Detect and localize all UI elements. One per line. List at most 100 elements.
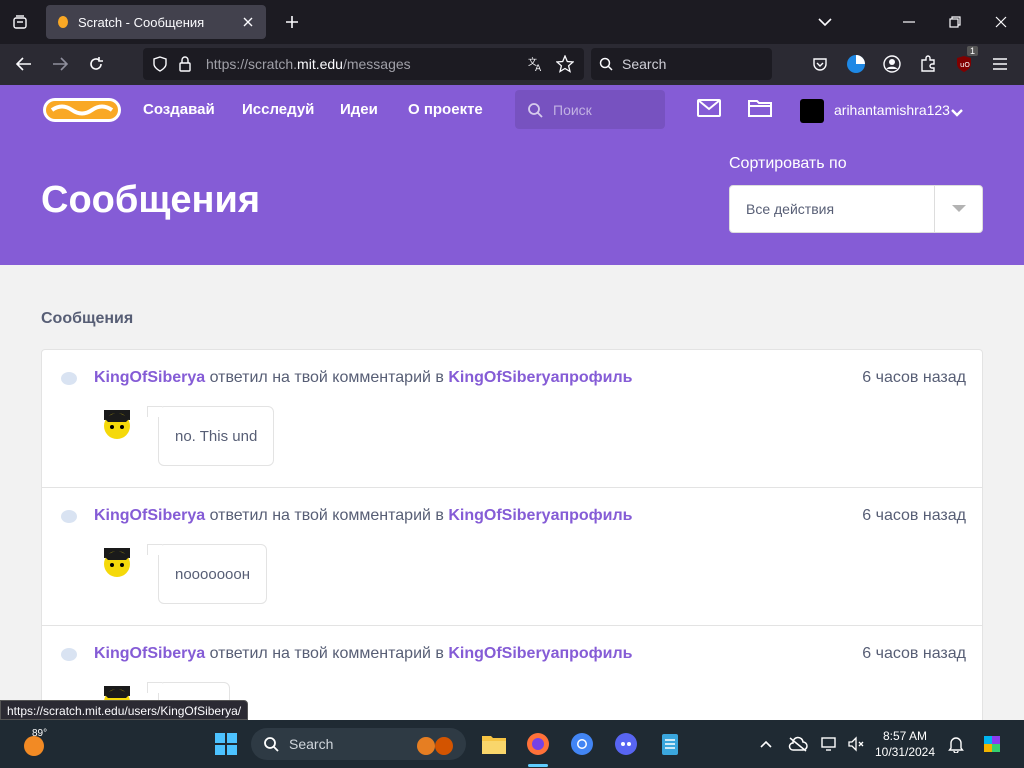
chrome-icon[interactable]	[566, 728, 598, 760]
search-icon	[528, 102, 543, 118]
clock-time: 8:57 AM	[882, 729, 928, 743]
shield-icon[interactable]	[152, 56, 168, 72]
username[interactable]: arihantamishra123	[834, 85, 950, 135]
sort-label: Сортировать по	[729, 155, 847, 172]
svg-text:A: A	[535, 64, 542, 73]
nav-about[interactable]: О проекте	[408, 85, 483, 135]
comment-text: noooooooн	[175, 565, 251, 583]
message-target-link[interactable]: KingOfSiberyaпрофиль	[448, 645, 632, 662]
taskbar-clock[interactable]: 8:57 AM 10/31/2024	[870, 728, 940, 760]
account-icon[interactable]	[876, 48, 908, 80]
forward-icon[interactable]	[42, 48, 78, 80]
url-text: https://scratch.mit.edu/messages	[206, 56, 411, 72]
message-item: KingOfSiberya ответил на твой комментари…	[42, 488, 982, 626]
message-action: ответил на твой комментарий в	[205, 507, 449, 524]
message-target-link[interactable]: KingOfSiberyaпрофиль	[448, 507, 632, 524]
user-avatar[interactable]	[800, 99, 824, 123]
sort-select[interactable]: Все действия	[729, 185, 983, 233]
comment-preview[interactable]: noooooooн	[146, 544, 268, 604]
scratch-search-input[interactable]: Поиск	[515, 90, 665, 129]
tab-list-icon[interactable]	[0, 0, 40, 44]
extension-circle-icon[interactable]	[840, 48, 872, 80]
firefox-icon[interactable]	[522, 728, 554, 760]
message-text: KingOfSiberya ответил на твой комментари…	[94, 369, 633, 387]
scratch-logo[interactable]	[42, 95, 122, 125]
nav-ideas[interactable]: Идеи	[340, 85, 378, 135]
search-icon	[264, 737, 279, 752]
copilot-icon[interactable]	[976, 728, 1008, 760]
messages-hero: Сообщения Сортировать по Все действия	[0, 135, 1024, 265]
url-prefix: https://scratch.	[206, 56, 298, 72]
start-windows-icon[interactable]	[210, 728, 242, 760]
taskbar-search-placeholder: Search	[289, 736, 334, 752]
my-stuff-folder-icon[interactable]	[748, 98, 774, 122]
clock-date: 10/31/2024	[874, 745, 936, 759]
weather-widget[interactable]: 89°	[22, 728, 62, 760]
notepad-icon[interactable]	[654, 728, 686, 760]
bookmark-star-icon[interactable]	[556, 55, 574, 73]
nav-explore[interactable]: Исследуй	[242, 85, 314, 135]
message-target-link[interactable]: KingOfSiberyaпрофиль	[448, 369, 632, 386]
active-app-indicator	[528, 764, 548, 767]
browser-nav-bar: https://scratch.mit.edu/messages 文A Sear…	[0, 44, 1024, 85]
discord-icon[interactable]	[610, 728, 642, 760]
dropdown-arrow-icon[interactable]	[934, 186, 982, 232]
message-user-link[interactable]: KingOfSiberya	[94, 369, 205, 386]
comment-text: no. This und	[175, 427, 258, 445]
file-explorer-icon[interactable]	[478, 728, 510, 760]
tab-title: Scratch - Сообщения	[78, 14, 205, 30]
section-title: Сообщения	[41, 310, 134, 327]
extensions-puzzle-icon[interactable]	[912, 48, 944, 80]
scratch-favicon-icon	[58, 16, 68, 28]
browser-tab-active[interactable]: Scratch - Сообщения	[46, 5, 266, 39]
search-icon	[599, 57, 613, 71]
message-list: KingOfSiberya ответил на твой комментари…	[41, 349, 983, 729]
menu-icon[interactable]	[984, 48, 1016, 80]
cloud-offline-icon[interactable]	[782, 728, 814, 760]
restore-icon[interactable]	[932, 0, 978, 44]
address-bar[interactable]: https://scratch.mit.edu/messages 文A	[143, 48, 584, 80]
svg-text:uO: uO	[960, 61, 970, 69]
new-tab-icon[interactable]	[274, 5, 310, 39]
chevron-up-icon[interactable]	[750, 728, 782, 760]
user-avatar-icon[interactable]	[100, 408, 134, 442]
message-time: 6 часов назад	[862, 369, 966, 386]
translate-icon[interactable]: 文A	[527, 55, 545, 73]
pocket-icon[interactable]	[804, 48, 836, 80]
message-action: ответил на твой комментарий в	[205, 369, 449, 386]
url-domain: mit.edu	[297, 56, 343, 72]
message-time: 6 часов назад	[862, 645, 966, 662]
pumpkin-icon	[417, 737, 453, 755]
user-avatar-icon[interactable]	[100, 546, 134, 580]
nav-create[interactable]: Создавай	[143, 85, 215, 135]
page-title: Сообщения	[41, 179, 261, 221]
comment-bubble-icon	[61, 372, 77, 385]
chevron-down-icon[interactable]	[950, 105, 964, 123]
browser-search-input[interactable]: Search	[591, 48, 772, 80]
close-window-icon[interactable]	[978, 0, 1024, 44]
messages-envelope-icon[interactable]	[697, 98, 723, 122]
taskbar-search-input[interactable]: Search	[251, 728, 466, 760]
comment-bubble-icon	[61, 648, 77, 661]
scratch-navbar: Создавай Исследуй Идеи О проекте Поиск a…	[0, 85, 1024, 135]
comment-preview[interactable]: no. This und	[146, 406, 275, 466]
message-user-link[interactable]: KingOfSiberya	[94, 645, 205, 662]
ublock-icon[interactable]: uO 1	[948, 46, 980, 80]
minimize-icon[interactable]	[886, 0, 932, 44]
browser-search-placeholder: Search	[622, 56, 667, 72]
weather-temp: 89°	[32, 728, 48, 739]
browser-tab-bar: Scratch - Сообщения	[0, 0, 1024, 44]
scratch-search-placeholder: Поиск	[553, 101, 592, 118]
volume-muted-icon[interactable]	[840, 728, 872, 760]
back-icon[interactable]	[6, 48, 42, 80]
message-action: ответил на твой комментарий в	[205, 645, 449, 662]
notification-bell-icon[interactable]	[940, 728, 972, 760]
status-url-tooltip: https://scratch.mit.edu/users/KingOfSibe…	[0, 700, 249, 720]
lock-icon[interactable]	[178, 56, 192, 72]
message-user-link[interactable]: KingOfSiberya	[94, 507, 205, 524]
chevron-down-icon[interactable]	[802, 0, 848, 44]
sort-value: Все действия	[746, 201, 835, 217]
reload-icon[interactable]	[78, 48, 114, 80]
message-time: 6 часов назад	[862, 507, 966, 524]
close-tab-icon[interactable]	[240, 14, 256, 30]
